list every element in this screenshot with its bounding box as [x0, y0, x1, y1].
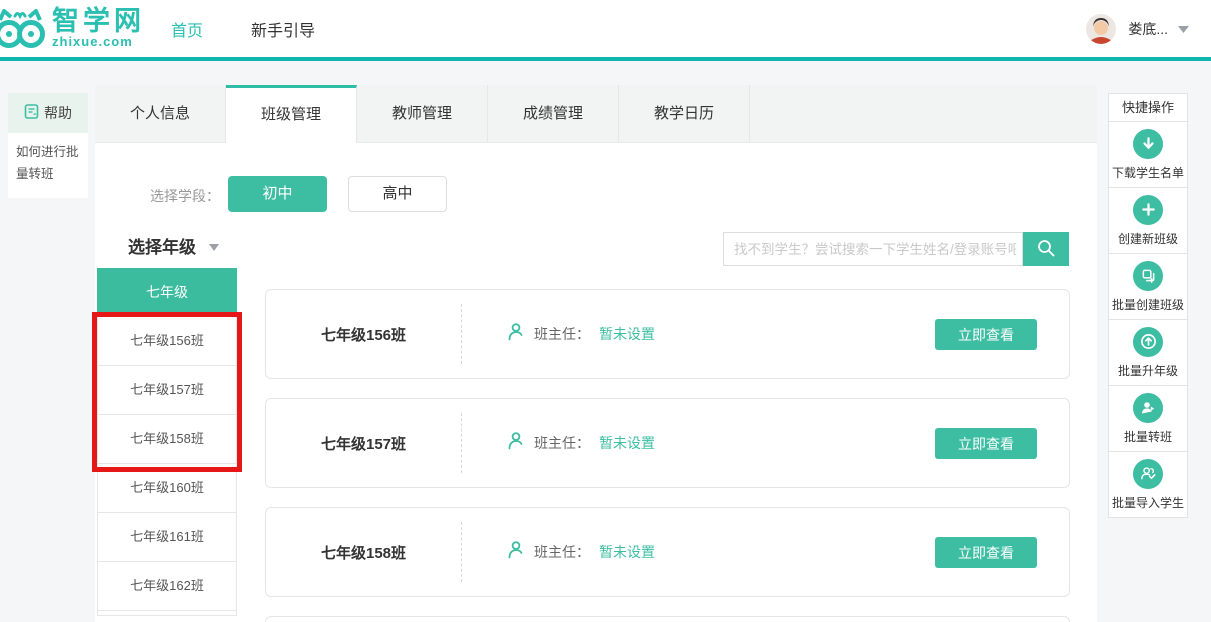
tab-bar: 个人信息 班级管理 教师管理 成绩管理 教学日历: [95, 85, 1097, 143]
stage-button-junior[interactable]: 初中: [228, 176, 327, 212]
top-nav: 首页 新手引导: [171, 17, 315, 41]
tab-teaching-calendar[interactable]: 教学日历: [619, 85, 750, 143]
dashed-divider: [461, 413, 462, 473]
head-teacher-label: 班主任：: [534, 542, 590, 562]
search-icon: [1036, 238, 1056, 261]
search-input[interactable]: [723, 232, 1023, 266]
owl-logo-icon: [0, 6, 46, 52]
dashed-divider: [461, 304, 462, 364]
avatar: [1086, 14, 1116, 44]
help-sidebar: 帮助 如何进行批量转班: [8, 93, 88, 198]
class-card-list: 七年级156班 班主任： 暂未设置 立即查看: [265, 289, 1070, 622]
top-header: 智学网 zhixue.com 首页 新手引导 娄底...: [0, 0, 1211, 61]
view-now-button[interactable]: 立即查看: [935, 428, 1037, 459]
download-icon: [1133, 129, 1163, 159]
stage-select-label: 选择学段：: [150, 186, 220, 206]
head-teacher-value[interactable]: 暂未设置: [599, 324, 655, 344]
stage-button-senior[interactable]: 高中: [348, 176, 447, 212]
class-list-item[interactable]: 七年级156班: [97, 316, 237, 366]
person-icon: [506, 431, 525, 456]
tab-teacher-management[interactable]: 教师管理: [357, 85, 488, 143]
tab-bar-filler: [750, 85, 1097, 143]
class-list-item[interactable]: 七年级162班: [97, 561, 237, 611]
tab-score-management[interactable]: 成绩管理: [488, 85, 619, 143]
view-now-button[interactable]: 立即查看: [935, 319, 1037, 350]
student-search: [723, 232, 1069, 266]
copy-plus-icon: [1133, 261, 1163, 291]
class-card: 七年级156班 班主任： 暂未设置 立即查看: [265, 289, 1070, 379]
grade-select-label: 选择年级: [128, 238, 196, 257]
class-list-item-partial: [97, 610, 237, 616]
quick-action-batch-transfer[interactable]: 批量转班: [1108, 385, 1188, 452]
help-title: 帮助: [44, 103, 72, 123]
user-transfer-icon: [1133, 393, 1163, 423]
view-now-button[interactable]: 立即查看: [935, 537, 1037, 568]
quick-action-batch-import-students[interactable]: 批量导入学生: [1108, 451, 1188, 518]
head-teacher-value[interactable]: 暂未设置: [599, 433, 655, 453]
brand-domain: zhixue.com: [52, 34, 145, 49]
help-doc-icon: [24, 104, 39, 122]
chevron-down-icon: [209, 236, 219, 256]
class-card-name: 七年级157班: [266, 399, 461, 487]
tab-content: 选择学段： 初中 高中 选择年级: [95, 143, 1097, 622]
class-card: 七年级158班 班主任： 暂未设置 立即查看: [265, 507, 1070, 597]
person-icon: [506, 322, 525, 347]
tab-class-management[interactable]: 班级管理: [226, 85, 357, 143]
user-name: 娄底...: [1128, 19, 1168, 39]
arrow-up-circle-icon: [1133, 327, 1163, 357]
grade-tile-active[interactable]: 七年级: [97, 268, 237, 317]
nav-home[interactable]: 首页: [171, 17, 203, 41]
users-import-icon: [1133, 459, 1163, 489]
head-teacher-label: 班主任：: [534, 324, 590, 344]
quick-actions-title: 快捷操作: [1108, 93, 1188, 122]
grade-select-dropdown[interactable]: 选择年级: [128, 233, 219, 258]
quick-action-batch-create-classes[interactable]: 批量创建班级: [1108, 253, 1188, 320]
search-button[interactable]: [1023, 232, 1069, 266]
chevron-down-icon: [1178, 20, 1189, 38]
dashed-divider: [461, 522, 462, 582]
plus-icon: [1133, 195, 1163, 225]
class-list-item[interactable]: 七年级161班: [97, 512, 237, 562]
tab-personal-info[interactable]: 个人信息: [95, 85, 226, 143]
page: 智学网 zhixue.com 首页 新手引导 娄底...: [0, 0, 1211, 622]
class-list-item[interactable]: 七年级157班: [97, 365, 237, 415]
nav-beginner-guide[interactable]: 新手引导: [251, 17, 315, 41]
help-body: 如何进行批量转班: [8, 133, 88, 198]
person-icon: [506, 540, 525, 565]
class-card-name: 七年级156班: [266, 290, 461, 378]
head-teacher-label: 班主任：: [534, 433, 590, 453]
class-list: 七年级 七年级156班 七年级157班 七年级158班 七年级160班 七年级1…: [97, 268, 237, 616]
class-card: 七年级157班 班主任： 暂未设置 立即查看: [265, 398, 1070, 488]
main-panel: 个人信息 班级管理 教师管理 成绩管理 教学日历 选择学段： 初中 高中 选择年…: [95, 85, 1097, 622]
user-menu[interactable]: 娄底...: [1086, 0, 1189, 57]
class-card-partial: [265, 616, 1070, 622]
head-teacher-value[interactable]: 暂未设置: [599, 542, 655, 562]
class-list-item[interactable]: 七年级160班: [97, 463, 237, 513]
brand-logo[interactable]: 智学网 zhixue.com: [0, 6, 145, 52]
class-list-item[interactable]: 七年级158班: [97, 414, 237, 464]
brand-name: 智学网: [52, 8, 145, 34]
help-link-batch-transfer[interactable]: 如何进行批量转班: [16, 145, 79, 181]
quick-action-create-class[interactable]: 创建新班级: [1108, 187, 1188, 254]
help-header: 帮助: [8, 93, 88, 133]
quick-actions-sidebar: 快捷操作 下载学生名单 创建新班级: [1108, 93, 1188, 518]
quick-action-download-roster[interactable]: 下载学生名单: [1108, 121, 1188, 188]
class-card-name: 七年级158班: [266, 508, 461, 596]
quick-action-batch-promote-grade[interactable]: 批量升年级: [1108, 319, 1188, 386]
